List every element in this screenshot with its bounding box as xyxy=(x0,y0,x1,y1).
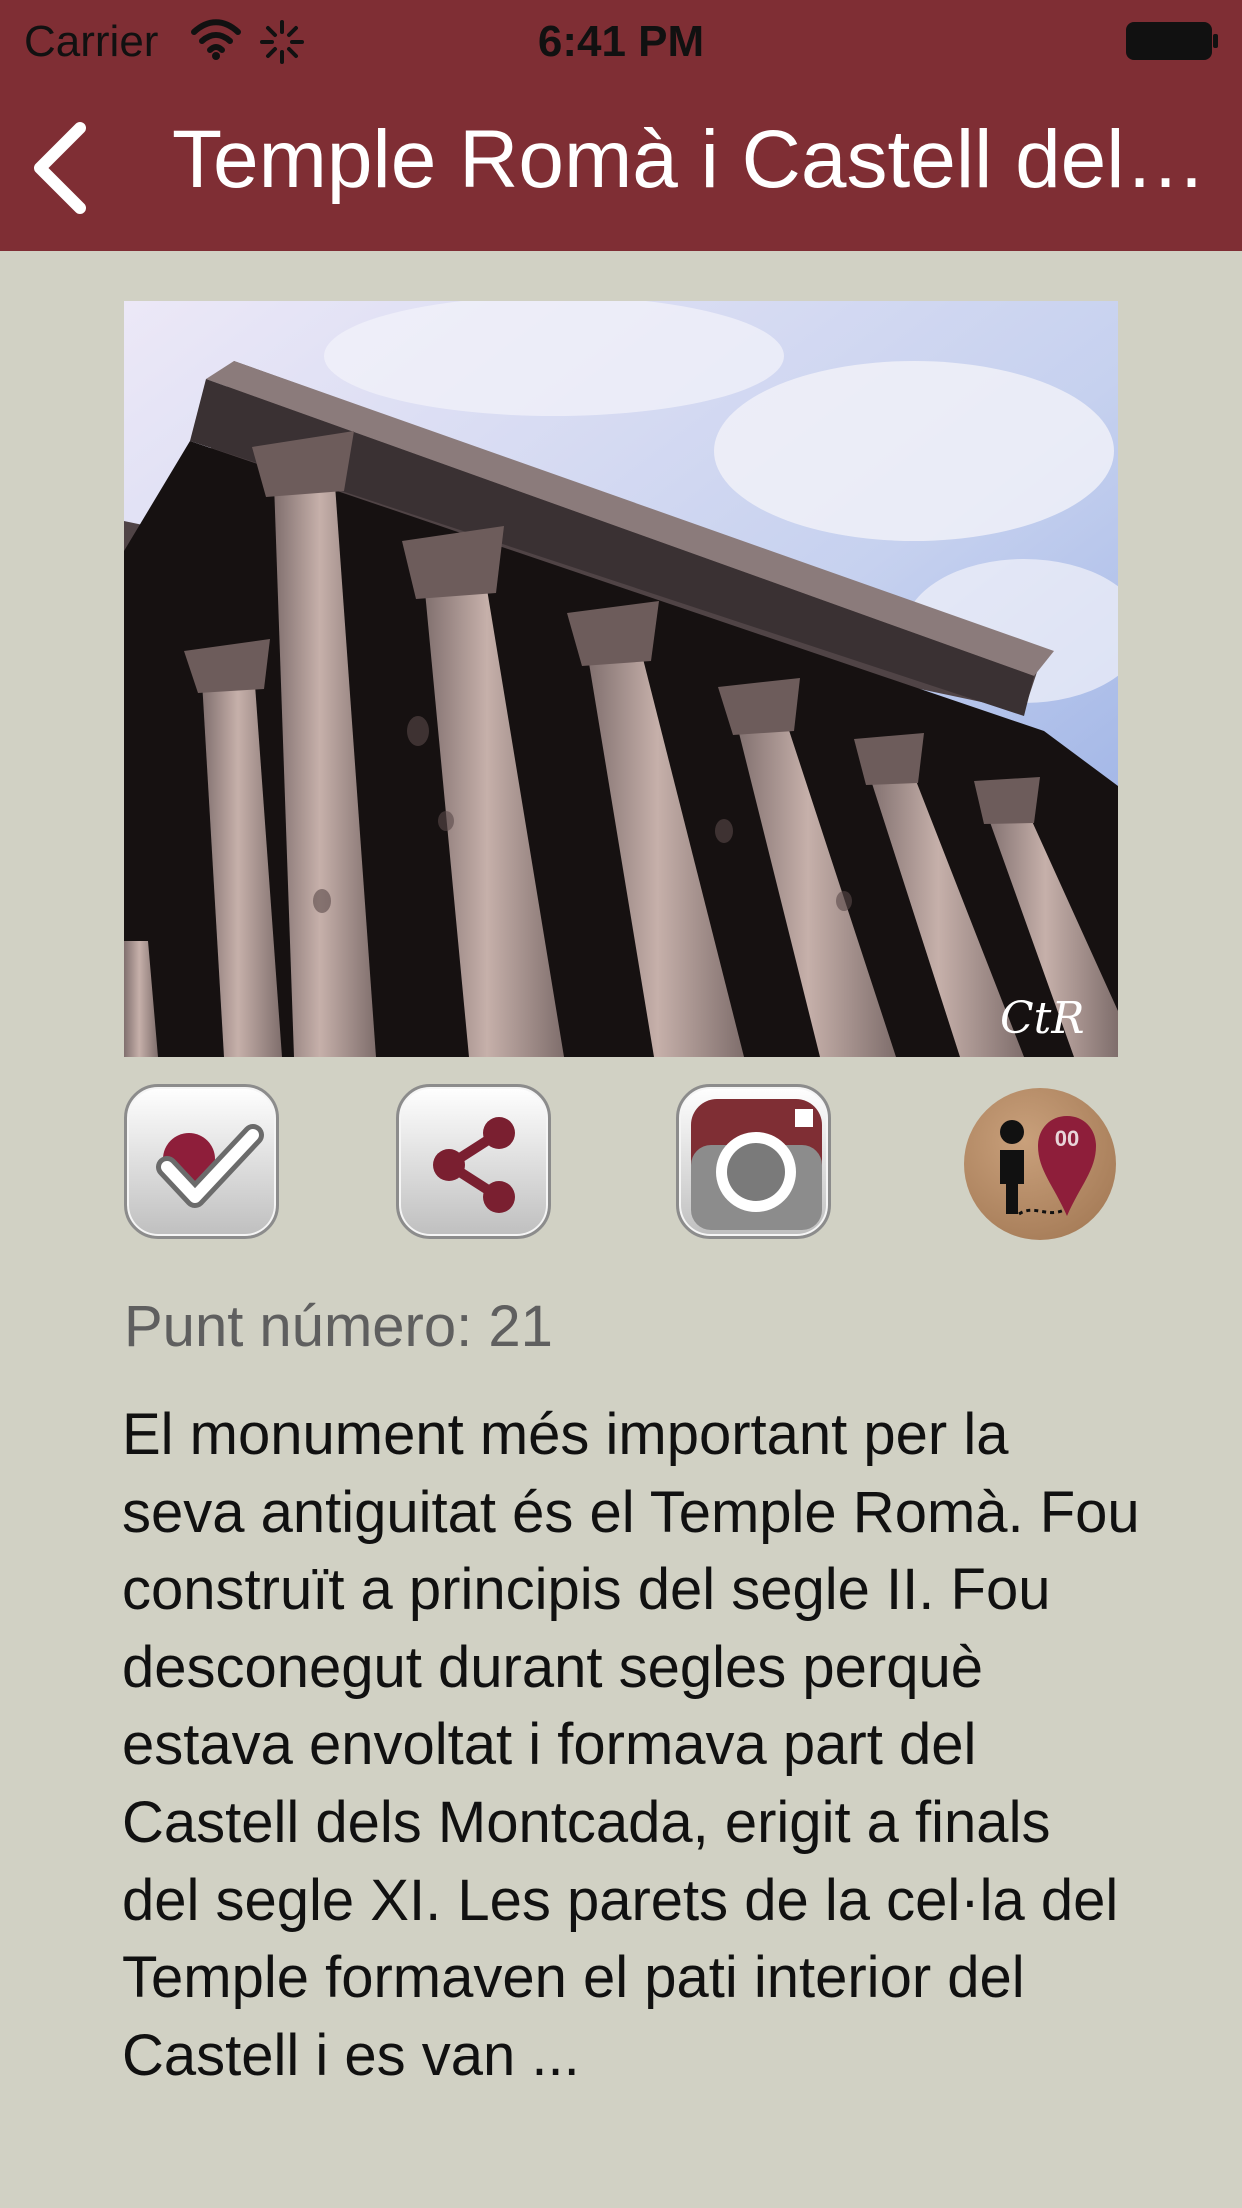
action-bar: 00 xyxy=(124,1084,1118,1244)
walking-route-icon: 00 xyxy=(1000,1116,1096,1216)
monument-description: El monument més important per la seva an… xyxy=(122,1402,1140,2088)
status-bar: Carrier 6:41 PM xyxy=(0,0,1242,84)
battery-icon xyxy=(1126,22,1218,60)
photo-signature: CtR xyxy=(1000,993,1084,1044)
camera-icon xyxy=(691,1099,822,1230)
share-button[interactable] xyxy=(396,1084,551,1239)
camera-button[interactable] xyxy=(676,1084,831,1239)
status-time: 6:41 PM xyxy=(537,17,705,66)
visited-checkbox-button[interactable] xyxy=(124,1084,279,1239)
point-number: Punt número: 21 xyxy=(124,1294,553,1359)
chevron-left-icon[interactable] xyxy=(22,118,98,218)
check-visited-icon xyxy=(156,1124,264,1208)
walking-route-button[interactable]: 00 xyxy=(964,1088,1116,1240)
monument-photo: CtR xyxy=(124,301,1118,1057)
navigation-bar: Carrier 6:41 PM Temple Romà i Castell de… xyxy=(0,0,1242,251)
share-icon xyxy=(433,1117,515,1213)
temple-image: CtR xyxy=(124,301,1118,1057)
route-badge: 00 xyxy=(1055,1126,1079,1151)
page-title: Temple Romà i Castell del Montcada xyxy=(172,114,1212,205)
